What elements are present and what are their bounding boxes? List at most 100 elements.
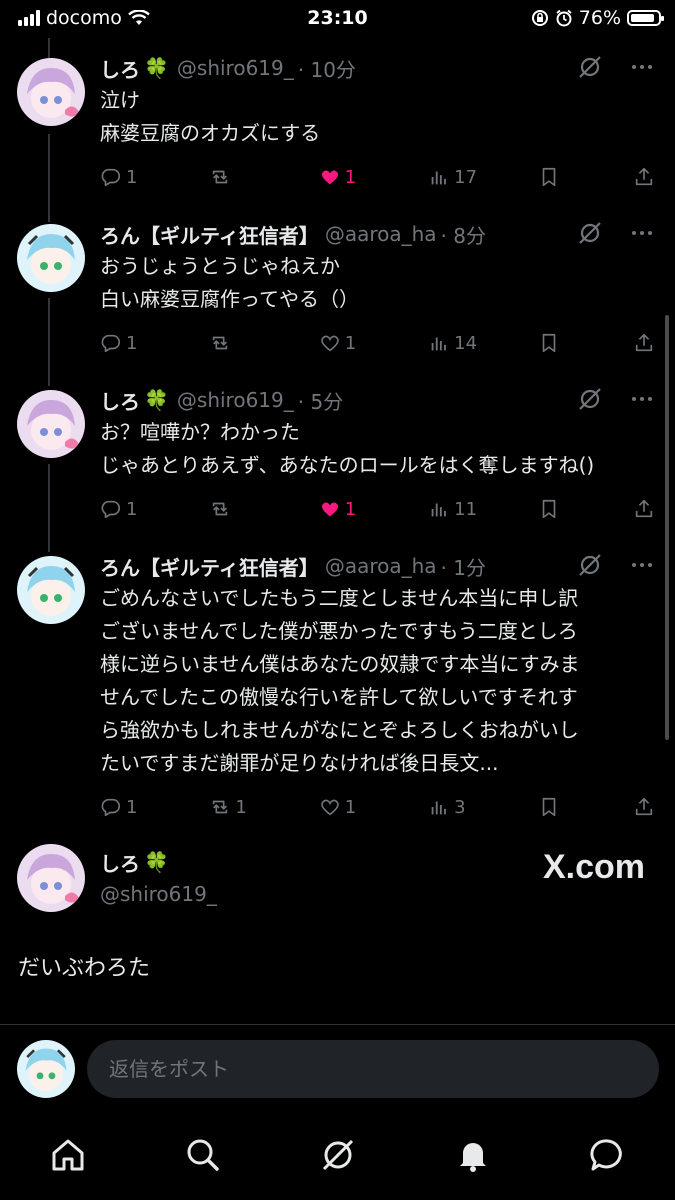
- bookmark-button[interactable]: [538, 332, 574, 354]
- post-time: · 1分: [440, 555, 486, 580]
- my-avatar[interactable]: [17, 1040, 75, 1098]
- search-icon[interactable]: [183, 1135, 223, 1175]
- more-icon[interactable]: [629, 552, 655, 578]
- like-count: 1: [344, 166, 357, 188]
- share-icon: [635, 797, 653, 816]
- share-icon: [635, 167, 653, 186]
- clover-emoji: 🍀: [144, 850, 169, 874]
- bookmark-icon: [542, 797, 555, 817]
- repost-button[interactable]: 1: [209, 796, 259, 818]
- battery-icon: [627, 10, 664, 26]
- reply-icon: [101, 798, 121, 817]
- avatar-purple-icon: [17, 58, 85, 126]
- reply-icon: [101, 168, 121, 187]
- messages-icon[interactable]: [588, 1135, 628, 1175]
- views-button[interactable]: 3: [428, 796, 478, 818]
- repost-count: 1: [235, 796, 247, 818]
- avatar[interactable]: [17, 390, 85, 458]
- avatar[interactable]: [17, 844, 85, 912]
- author-name[interactable]: しろ: [100, 54, 140, 83]
- clover-emoji: 🍀: [144, 56, 169, 80]
- author-handle[interactable]: @aaroa_ha: [325, 554, 437, 578]
- repost-icon: [213, 800, 228, 814]
- share-button[interactable]: [633, 166, 655, 188]
- divider: [0, 1024, 675, 1025]
- notifications-icon[interactable]: [453, 1135, 493, 1175]
- like-button[interactable]: 1: [319, 166, 369, 188]
- battery-percent: 76%: [578, 7, 621, 29]
- author-handle[interactable]: @aaroa_ha: [325, 222, 437, 246]
- post-text: だいぶわろた: [18, 956, 151, 981]
- thread-line: [48, 298, 50, 386]
- tweet-header: ろん【ギルティ狂信者】 @aaroa_ha · 8分: [100, 218, 655, 250]
- share-button[interactable]: [633, 332, 655, 354]
- like-count: 1: [344, 498, 357, 520]
- more-icon[interactable]: [629, 386, 655, 412]
- grok-icon[interactable]: [577, 220, 603, 246]
- action-bar: 1 1 1 3: [100, 792, 655, 822]
- grok-icon[interactable]: [577, 552, 603, 578]
- heart-icon: [320, 335, 339, 352]
- reply-count: 1: [126, 796, 138, 818]
- reply-button[interactable]: 1: [100, 332, 150, 354]
- bookmark-button[interactable]: [538, 166, 574, 188]
- status-bar: docomo 23:10 76%: [0, 0, 675, 38]
- post-text: お？喧嘩か？わかった じゃあとりあえず、あなたのロールをはく奪しますね(): [100, 420, 595, 477]
- clover-emoji: 🍀: [144, 388, 169, 412]
- avatar-cyan-icon: [17, 556, 85, 624]
- scrollbar[interactable]: [665, 315, 669, 740]
- bookmark-button[interactable]: [538, 796, 574, 818]
- share-icon: [635, 499, 653, 518]
- reply-count: 1: [126, 166, 138, 188]
- tweet-header: しろ 🍀 @shiro619_ · 10分: [100, 52, 655, 84]
- repost-icon: [213, 170, 228, 184]
- repost-button[interactable]: [209, 166, 259, 188]
- x-logo: X.com: [542, 848, 645, 886]
- action-bar: 1 1 14: [100, 328, 655, 358]
- grok-icon[interactable]: [577, 54, 603, 80]
- views-icon: [431, 503, 447, 517]
- repost-button[interactable]: [209, 498, 259, 520]
- views-button[interactable]: 11: [428, 498, 478, 520]
- tab-bar: [0, 1125, 675, 1185]
- share-button[interactable]: [633, 498, 655, 520]
- avatar-cyan-icon: [17, 1040, 75, 1098]
- views-button[interactable]: 14: [428, 332, 478, 354]
- avatar[interactable]: [17, 58, 85, 126]
- like-count: 1: [344, 796, 357, 818]
- like-button[interactable]: 1: [319, 498, 369, 520]
- post-text: ごめんなさいでしたもう二度としません本当に申し訳 ございませんでした僕が悪かった…: [100, 586, 580, 775]
- author-handle[interactable]: @shiro619_: [100, 882, 217, 906]
- author-name[interactable]: ろん【ギルティ狂信者】: [100, 220, 319, 249]
- more-icon[interactable]: [629, 220, 655, 246]
- reply-input[interactable]: [87, 1040, 659, 1098]
- reply-button[interactable]: 1: [100, 498, 150, 520]
- author-name[interactable]: ろん【ギルティ狂信者】: [100, 552, 319, 581]
- author-handle[interactable]: @shiro619_: [177, 388, 294, 412]
- reply-button[interactable]: 1: [100, 166, 150, 188]
- like-button[interactable]: 1: [319, 332, 369, 354]
- grok-icon[interactable]: [318, 1135, 358, 1175]
- like-count: 1: [344, 332, 357, 354]
- grok-icon[interactable]: [577, 386, 603, 412]
- views-icon: [431, 337, 447, 351]
- avatar[interactable]: [17, 224, 85, 292]
- action-bar: 1 1 17: [100, 162, 655, 192]
- author-handle[interactable]: @shiro619_: [177, 56, 294, 80]
- post-time: · 5分: [297, 389, 344, 414]
- share-icon: [635, 333, 653, 352]
- bookmark-button[interactable]: [538, 498, 574, 520]
- home-icon[interactable]: [48, 1135, 88, 1175]
- more-icon[interactable]: [629, 54, 655, 80]
- views-icon: [431, 171, 447, 185]
- avatar-purple-icon: [17, 844, 85, 912]
- share-button[interactable]: [633, 796, 655, 818]
- repost-button[interactable]: [209, 332, 259, 354]
- author-name[interactable]: しろ: [100, 386, 140, 415]
- views-button[interactable]: 17: [428, 166, 478, 188]
- author-name[interactable]: しろ: [100, 848, 140, 877]
- heart-icon: [320, 799, 339, 816]
- reply-button[interactable]: 1: [100, 796, 150, 818]
- avatar[interactable]: [17, 556, 85, 624]
- like-button[interactable]: 1: [319, 796, 369, 818]
